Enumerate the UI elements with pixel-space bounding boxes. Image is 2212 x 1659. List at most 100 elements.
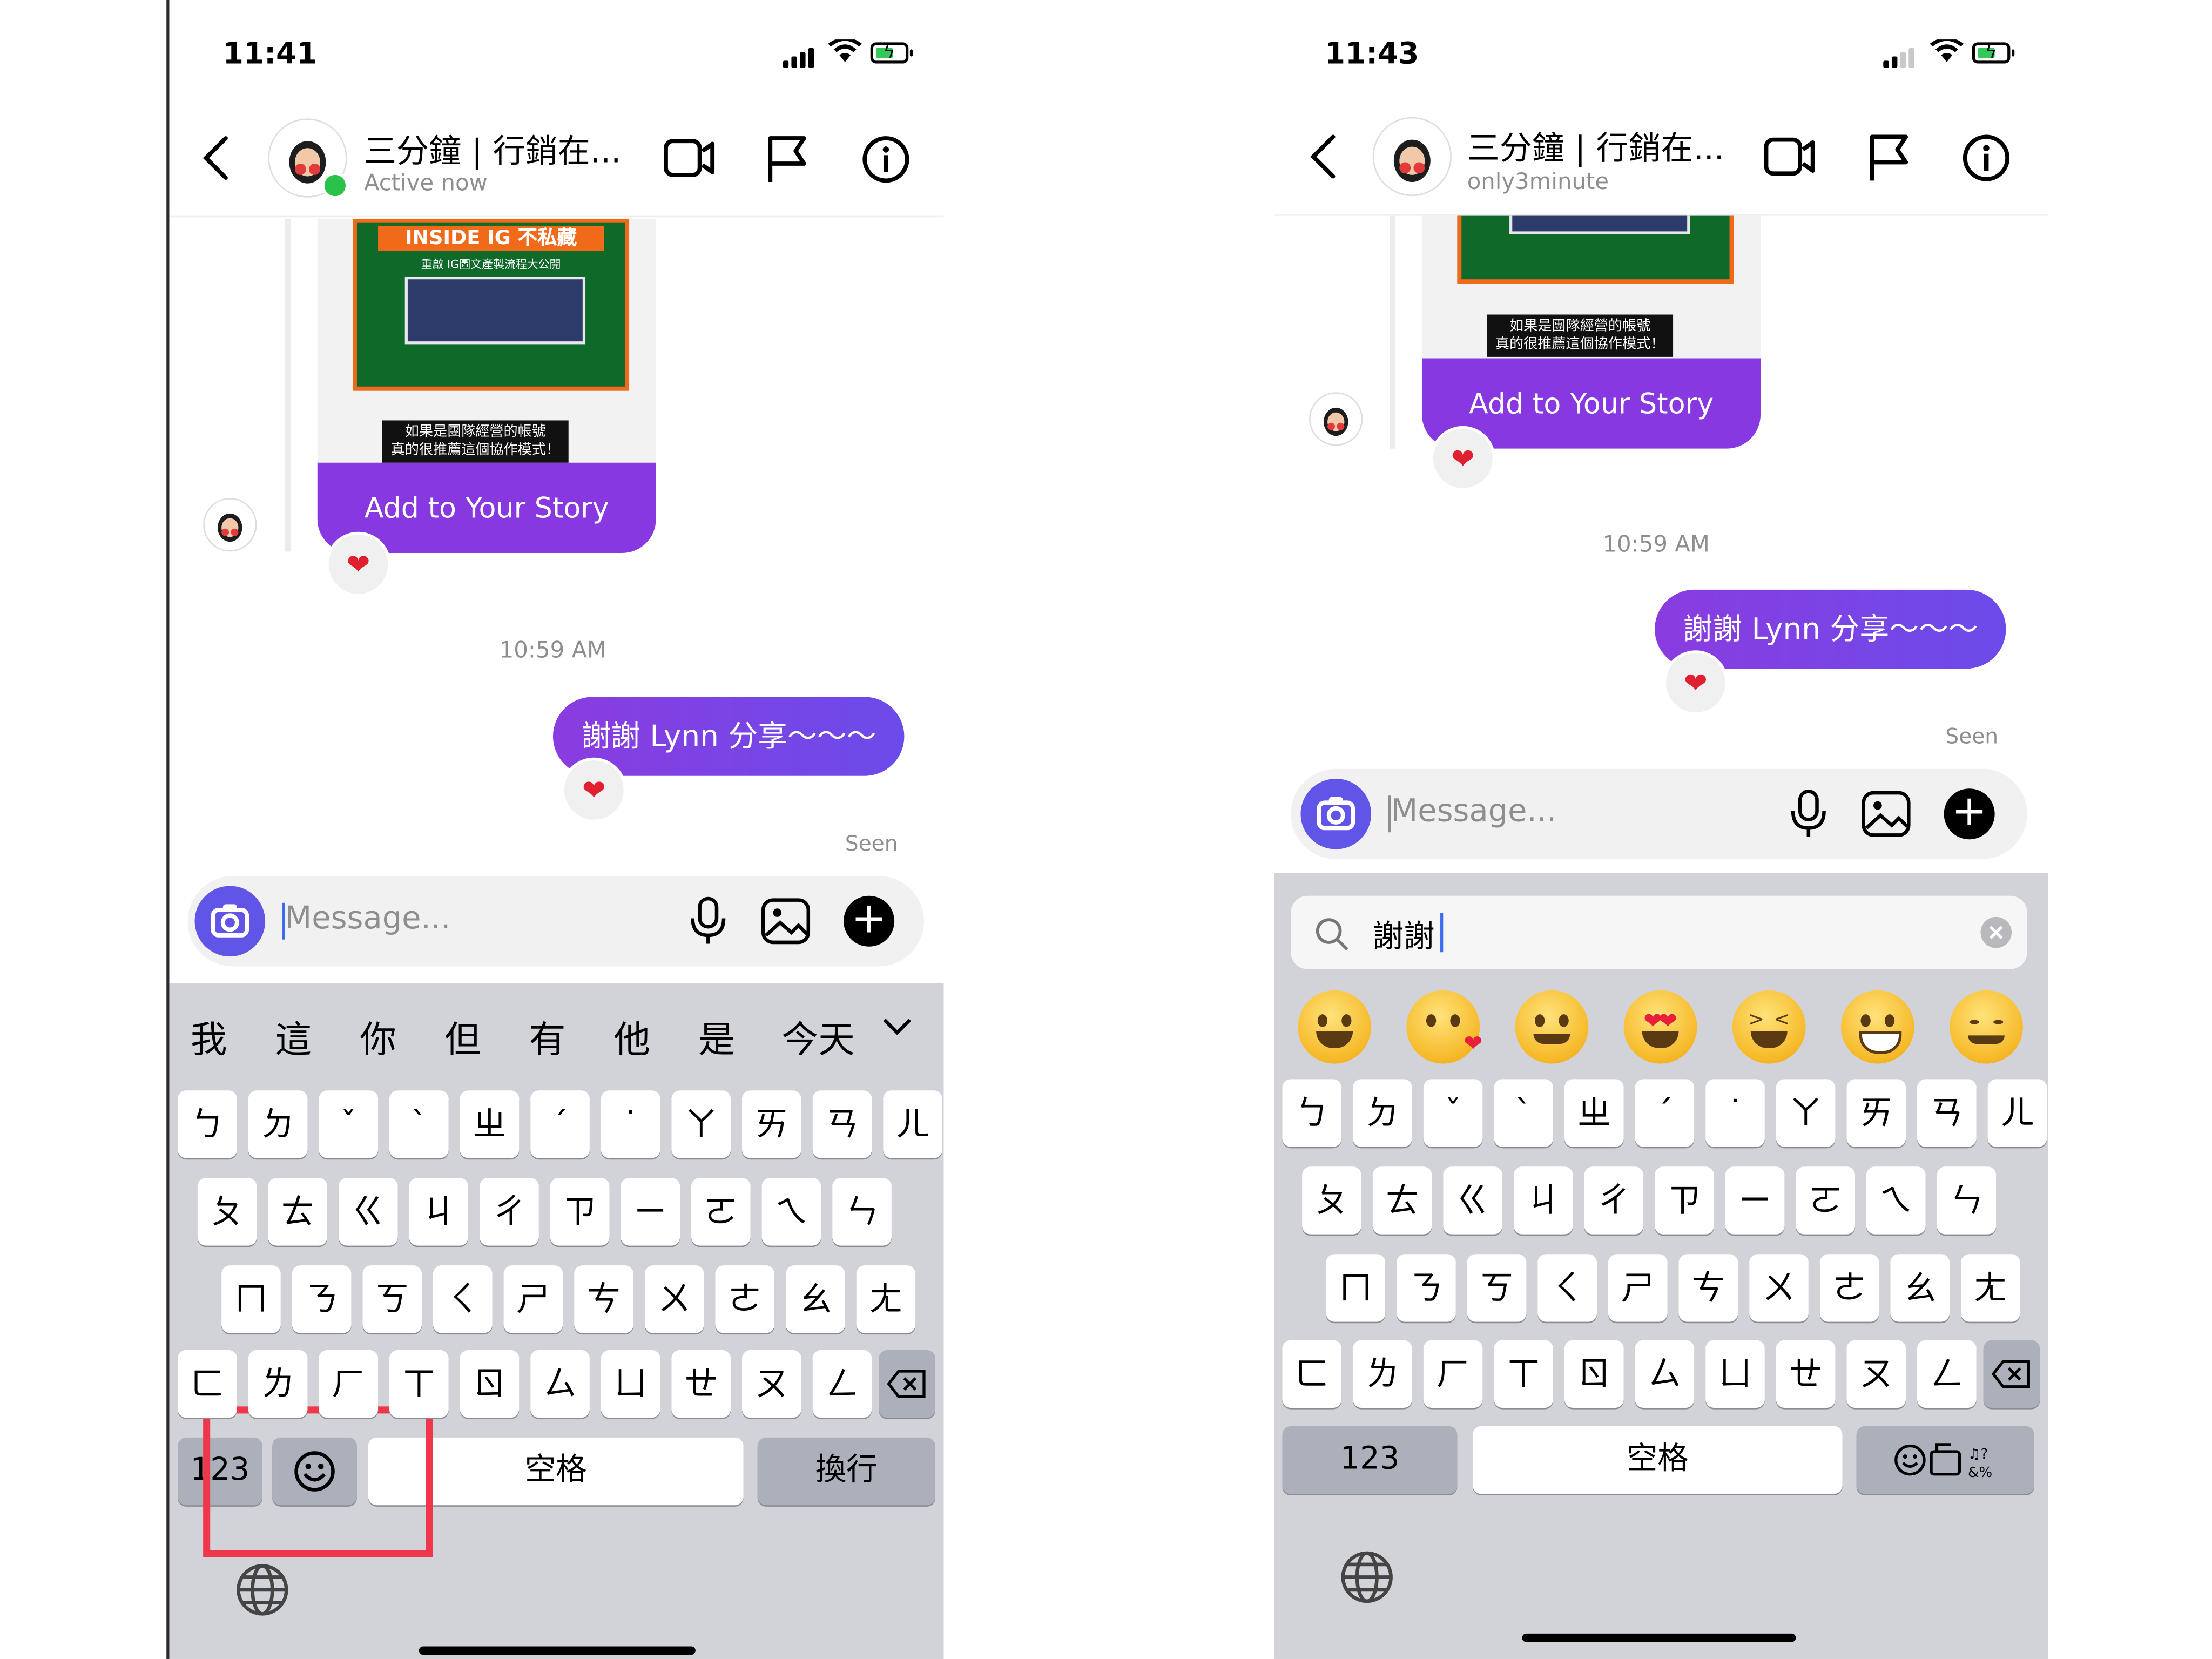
candidate-8[interactable]: 今天 bbox=[781, 1011, 855, 1064]
more-options-button[interactable]: + bbox=[1944, 788, 1995, 840]
zhuyin-key[interactable]: ㄑ bbox=[1537, 1254, 1597, 1322]
zhuyin-key[interactable]: ˋ bbox=[1494, 1079, 1554, 1147]
zhuyin-key[interactable]: ㄜ bbox=[715, 1265, 775, 1333]
heart-reaction[interactable]: ❤ bbox=[1430, 426, 1495, 491]
zhuyin-key[interactable]: ㄙ bbox=[1635, 1340, 1695, 1408]
candidate-6[interactable]: 他 bbox=[613, 1011, 650, 1064]
zhuyin-key[interactable]: ㄒ bbox=[389, 1350, 449, 1418]
candidate-5[interactable]: 有 bbox=[529, 1011, 566, 1064]
zhuyin-key[interactable]: ㄧ bbox=[621, 1178, 680, 1246]
globe-icon[interactable] bbox=[1339, 1549, 1395, 1605]
expand-candidates-icon[interactable] bbox=[882, 1017, 913, 1037]
zhuyin-key[interactable]: ㄌ bbox=[1353, 1340, 1412, 1408]
zhuyin-key[interactable]: ㄖ bbox=[460, 1350, 520, 1418]
zhuyin-key[interactable]: ㄊ bbox=[1372, 1166, 1432, 1235]
zhuyin-key[interactable]: ㄝ bbox=[671, 1350, 731, 1418]
contact-name[interactable]: 三分鐘 | 行銷在... bbox=[1467, 122, 1724, 170]
zhuyin-key[interactable]: ㄦ bbox=[1987, 1079, 2047, 1147]
zhuyin-key[interactable]: ㄓ bbox=[1564, 1079, 1624, 1147]
zhuyin-key[interactable]: ㄠ bbox=[785, 1265, 845, 1333]
zhuyin-key[interactable]: ㄎ bbox=[362, 1265, 422, 1333]
zhuyin-key[interactable]: ㄎ bbox=[1467, 1254, 1527, 1322]
zhuyin-key[interactable]: ˋ bbox=[389, 1090, 449, 1158]
zhuyin-key[interactable]: ˙ bbox=[601, 1090, 660, 1158]
gallery-icon[interactable] bbox=[760, 897, 811, 945]
candidate-3[interactable]: 你 bbox=[360, 1011, 396, 1064]
microphone-icon[interactable] bbox=[689, 896, 728, 947]
zhuyin-key[interactable]: ㄞ bbox=[1846, 1079, 1906, 1147]
message-input[interactable]: Message... bbox=[285, 901, 451, 936]
zhuyin-key[interactable]: ㄈ bbox=[178, 1350, 237, 1418]
message-heart-reaction[interactable]: ❤ bbox=[1663, 650, 1728, 716]
zhuyin-key[interactable]: ㄇ bbox=[1326, 1254, 1386, 1322]
zhuyin-key[interactable]: ㄣ bbox=[832, 1178, 892, 1246]
zhuyin-key[interactable]: ㄏ bbox=[1423, 1340, 1483, 1408]
zhuyin-key[interactable]: ㄞ bbox=[742, 1090, 801, 1158]
back-chevron-icon[interactable] bbox=[200, 134, 231, 182]
zhuyin-key[interactable]: ˇ bbox=[1423, 1079, 1483, 1147]
zhuyin-key[interactable]: ㄊ bbox=[268, 1178, 328, 1246]
zhuyin-key[interactable]: ㄡ bbox=[742, 1350, 801, 1418]
zhuyin-key[interactable]: ㄚ bbox=[1776, 1079, 1836, 1147]
zhuyin-key[interactable]: ㄕ bbox=[1608, 1254, 1668, 1322]
emoji-kissing-heart[interactable]: ❤ bbox=[1406, 990, 1482, 1064]
return-key[interactable]: 換行 bbox=[757, 1437, 935, 1506]
zhuyin-key[interactable]: ㄤ bbox=[1960, 1254, 2020, 1322]
zhuyin-key[interactable]: ㄉ bbox=[1353, 1079, 1412, 1147]
zhuyin-key[interactable]: ㄟ bbox=[761, 1178, 821, 1246]
more-options-button[interactable]: + bbox=[844, 895, 895, 947]
space-key[interactable]: 空格 bbox=[1473, 1426, 1843, 1494]
zhuyin-key[interactable]: ㄅ bbox=[178, 1090, 237, 1158]
zhuyin-key[interactable]: ㄏ bbox=[319, 1350, 379, 1418]
zhuyin-key[interactable]: ㄤ bbox=[856, 1265, 916, 1333]
zhuyin-key[interactable]: ㄋ bbox=[292, 1265, 352, 1333]
numbers-key[interactable]: 123 bbox=[1282, 1426, 1458, 1494]
zhuyin-key[interactable]: ㄥ bbox=[812, 1350, 872, 1418]
gallery-icon[interactable] bbox=[1860, 790, 1911, 838]
emoji-search-query[interactable]: 謝謝 bbox=[1373, 911, 1435, 956]
emoji-squinting-laugh[interactable]: > < bbox=[1732, 990, 1806, 1064]
zhuyin-key[interactable]: ㄗ bbox=[1655, 1166, 1714, 1235]
zhuyin-key[interactable]: ㄦ bbox=[883, 1090, 942, 1158]
delete-key[interactable] bbox=[879, 1350, 935, 1418]
report-flag-icon[interactable] bbox=[1866, 133, 1912, 184]
clear-search-icon[interactable] bbox=[1979, 915, 2013, 949]
message-heart-reaction[interactable]: ❤ bbox=[561, 757, 626, 822]
microphone-icon[interactable] bbox=[1789, 788, 1828, 839]
zhuyin-key[interactable]: ㄨ bbox=[644, 1265, 704, 1333]
message-input[interactable]: Message... bbox=[1391, 794, 1557, 830]
zhuyin-key[interactable]: ㄇ bbox=[221, 1265, 281, 1333]
zhuyin-key[interactable]: ㄆ bbox=[197, 1178, 257, 1246]
zhuyin-key[interactable]: ㄛ bbox=[691, 1178, 751, 1246]
heart-reaction[interactable]: ❤ bbox=[326, 531, 391, 597]
video-call-icon[interactable] bbox=[1763, 133, 1817, 181]
zhuyin-key[interactable]: ㄒ bbox=[1494, 1340, 1554, 1408]
contact-name[interactable]: 三分鐘 | 行銷在... bbox=[364, 124, 621, 172]
zhuyin-key[interactable]: ㄢ bbox=[812, 1090, 872, 1158]
shared-post-card[interactable]: 如果是團隊經營的帳號 真的很推薦這個協作模式！ bbox=[1422, 215, 1761, 364]
camera-button[interactable] bbox=[1300, 778, 1372, 849]
zhuyin-key[interactable]: ㄐ bbox=[409, 1178, 469, 1246]
zhuyin-key[interactable]: ㄩ bbox=[1705, 1340, 1765, 1408]
zhuyin-key[interactable]: ㄙ bbox=[530, 1350, 590, 1418]
candidate-1[interactable]: 我 bbox=[191, 1011, 227, 1064]
zhuyin-key[interactable]: ㄩ bbox=[601, 1350, 660, 1418]
zhuyin-key[interactable]: ㄝ bbox=[1776, 1340, 1836, 1408]
emoji-symbol-switch-key[interactable]: ♫? &% bbox=[1856, 1426, 2034, 1494]
zhuyin-key[interactable]: ㄚ bbox=[671, 1090, 731, 1158]
zhuyin-key[interactable]: ㄑ bbox=[433, 1265, 493, 1333]
zhuyin-key[interactable]: ˊ bbox=[530, 1090, 590, 1158]
video-call-icon[interactable] bbox=[663, 134, 717, 182]
zhuyin-key[interactable]: ㄛ bbox=[1796, 1166, 1856, 1235]
zhuyin-key[interactable]: ㄈ bbox=[1282, 1340, 1342, 1408]
back-chevron-icon[interactable] bbox=[1308, 133, 1339, 181]
zhuyin-key[interactable]: ㄋ bbox=[1397, 1254, 1456, 1322]
emoji-relieved-smile[interactable] bbox=[1950, 990, 2023, 1064]
info-icon[interactable] bbox=[860, 134, 911, 185]
zhuyin-key[interactable]: ㄔ bbox=[1584, 1166, 1644, 1235]
zhuyin-key[interactable]: ㄘ bbox=[1678, 1254, 1738, 1322]
emoji-smiling-blush[interactable] bbox=[1515, 990, 1589, 1064]
zhuyin-key[interactable]: ㄗ bbox=[550, 1178, 610, 1246]
candidate-4[interactable]: 但 bbox=[444, 1011, 481, 1064]
zhuyin-key[interactable]: ㄧ bbox=[1725, 1166, 1785, 1235]
